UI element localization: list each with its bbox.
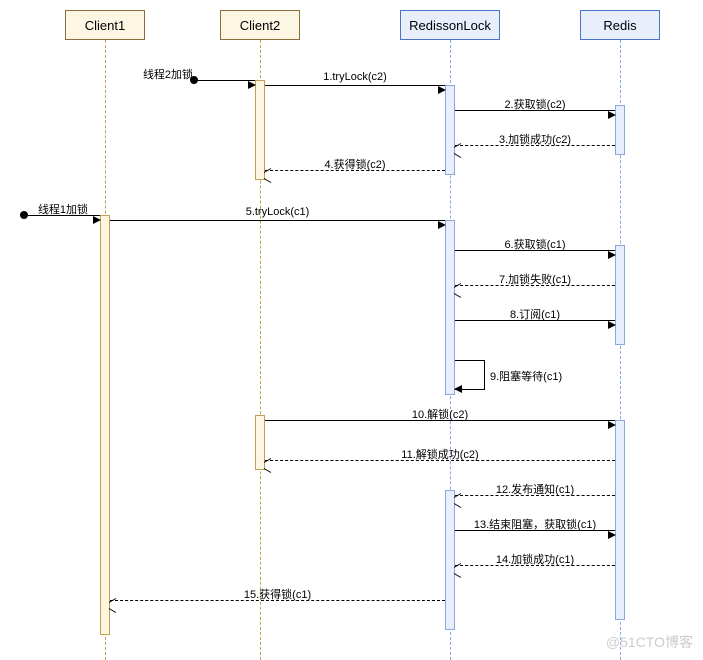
msg-10: 10.解锁(c2) bbox=[265, 420, 615, 421]
label-found-thread1: 线程1加锁 bbox=[23, 201, 103, 217]
watermark: @51CTO博客 bbox=[606, 632, 693, 652]
label-14: 14.加锁成功(c1) bbox=[455, 551, 615, 567]
activation-redissonlock-c bbox=[445, 490, 455, 630]
label-6: 6.获取锁(c1) bbox=[455, 236, 615, 252]
msg-found-thread2: 线程2加锁 bbox=[198, 80, 255, 81]
msg-14: 14.加锁成功(c1) bbox=[455, 565, 615, 566]
activation-redissonlock-b bbox=[445, 220, 455, 395]
msg-5: 5.tryLock(c1) bbox=[110, 220, 445, 221]
activation-redis-b bbox=[615, 245, 625, 345]
msg-9-self bbox=[455, 360, 485, 390]
activation-redis-a bbox=[615, 105, 625, 155]
label-5: 5.tryLock(c1) bbox=[110, 206, 445, 218]
msg-2: 2.获取锁(c2) bbox=[455, 110, 615, 111]
arrow-icon bbox=[454, 385, 462, 393]
label-4: 4.获得锁(c2) bbox=[265, 156, 445, 172]
arrow-icon bbox=[608, 251, 616, 259]
label-9: 9.阻塞等待(c1) bbox=[490, 368, 562, 384]
arrow-icon bbox=[438, 86, 446, 94]
arrow-icon bbox=[608, 111, 616, 119]
msg-6: 6.获取锁(c1) bbox=[455, 250, 615, 251]
activation-client2-a bbox=[255, 80, 265, 180]
label-10: 10.解锁(c2) bbox=[265, 406, 615, 422]
msg-4: 4.获得锁(c2) bbox=[265, 170, 445, 171]
participant-redissonlock: RedissonLock bbox=[400, 10, 500, 40]
msg-13: 13.结束阻塞，获取锁(c1) bbox=[455, 530, 615, 531]
msg-15: 15.获得锁(c1) bbox=[110, 600, 445, 601]
label-3: 3.加锁成功(c2) bbox=[455, 131, 615, 147]
activation-redis-c bbox=[615, 420, 625, 620]
arrow-icon bbox=[93, 216, 101, 224]
label-found-thread2: 线程2加锁 bbox=[138, 66, 198, 82]
arrow-icon bbox=[438, 221, 446, 229]
label-12: 12.发布通知(c1) bbox=[455, 481, 615, 497]
label-7: 7.加锁失败(c1) bbox=[455, 271, 615, 287]
msg-11: 11.解锁成功(c2) bbox=[265, 460, 615, 461]
msg-3: 3.加锁成功(c2) bbox=[455, 145, 615, 146]
msg-12: 12.发布通知(c1) bbox=[455, 495, 615, 496]
arrow-icon bbox=[608, 321, 616, 329]
msg-7: 7.加锁失败(c1) bbox=[455, 285, 615, 286]
label-13: 13.结束阻塞，获取锁(c1) bbox=[455, 516, 615, 532]
msg-1: 1.tryLock(c2) bbox=[265, 85, 445, 86]
activation-client1 bbox=[100, 215, 110, 635]
msg-8: 8.订阅(c1) bbox=[455, 320, 615, 321]
label-2: 2.获取锁(c2) bbox=[455, 96, 615, 112]
participant-client1: Client1 bbox=[65, 10, 145, 40]
label-8: 8.订阅(c1) bbox=[455, 306, 615, 322]
participant-client2: Client2 bbox=[220, 10, 300, 40]
label-15: 15.获得锁(c1) bbox=[110, 586, 445, 602]
arrow-icon bbox=[608, 421, 616, 429]
msg-found-thread1: 线程1加锁 bbox=[28, 215, 100, 216]
arrow-icon bbox=[248, 81, 256, 89]
activation-redissonlock-a bbox=[445, 85, 455, 175]
label-1: 1.tryLock(c2) bbox=[265, 71, 445, 83]
label-11: 11.解锁成功(c2) bbox=[265, 446, 615, 462]
arrow-icon bbox=[608, 531, 616, 539]
participant-redis: Redis bbox=[580, 10, 660, 40]
